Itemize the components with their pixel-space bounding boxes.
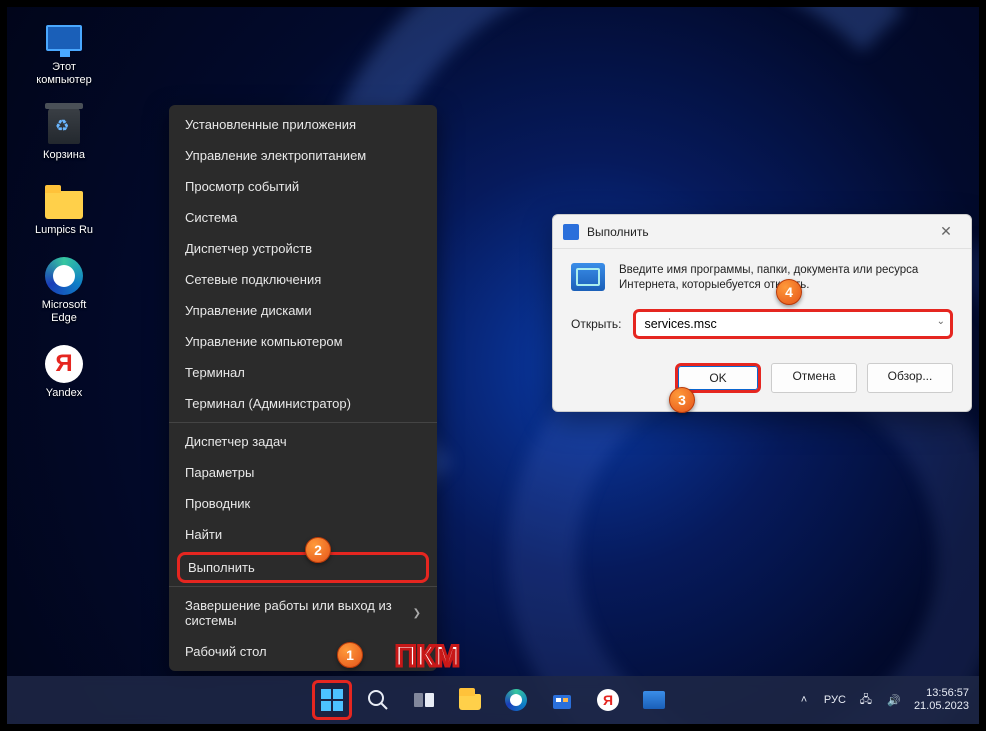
taskview-icon bbox=[412, 688, 436, 712]
store-icon bbox=[550, 688, 574, 712]
cancel-button[interactable]: Отмена bbox=[771, 363, 857, 393]
chevron-right-icon: ❯ bbox=[413, 608, 421, 619]
windows-logo-icon bbox=[321, 689, 343, 711]
menu-item-power[interactable]: Управление электропитанием bbox=[169, 140, 437, 171]
menu-item-events[interactable]: Просмотр событий bbox=[169, 171, 437, 202]
menu-item-apps[interactable]: Установленные приложения bbox=[169, 109, 437, 140]
folder-icon[interactable]: Lumpics Ru bbox=[19, 180, 109, 237]
run-large-icon bbox=[571, 263, 605, 291]
taskbar: .taskbar .edge:after{inset:5px} Я ˄ РУС … bbox=[7, 676, 979, 724]
menu-item-system[interactable]: Система bbox=[169, 202, 437, 233]
volume-icon[interactable]: 🔊 bbox=[886, 694, 902, 707]
icon-label: Lumpics Ru bbox=[35, 224, 93, 237]
annotation-badge-4: 4 bbox=[776, 279, 802, 305]
dialog-title: Выполнить bbox=[587, 225, 931, 239]
menu-item-explorer[interactable]: Проводник bbox=[169, 488, 437, 519]
search-icon bbox=[366, 688, 390, 712]
edge-button[interactable]: .taskbar .edge:after{inset:5px} bbox=[496, 680, 536, 720]
desktop: Этот компьютер Корзина Lumpics Ru Micros… bbox=[7, 7, 979, 724]
icon-label: Корзина bbox=[43, 149, 85, 162]
tray-chevron-icon[interactable]: ˄ bbox=[796, 694, 812, 706]
titlebar: Выполнить ✕ bbox=[553, 215, 971, 249]
icon-label: Этот компьютер bbox=[36, 61, 91, 87]
menu-item-search[interactable]: Найти bbox=[169, 519, 437, 550]
system-tray: ˄ РУС 🖧 🔊 13:56:57 21.05.2023 bbox=[796, 687, 969, 713]
taskview-button[interactable] bbox=[404, 680, 444, 720]
open-label: Открыть: bbox=[571, 317, 621, 331]
icon-label: Yandex bbox=[46, 387, 83, 400]
yandex-icon: Я bbox=[597, 689, 619, 711]
menu-item-devmgr[interactable]: Диспетчер устройств bbox=[169, 233, 437, 264]
edge-icon[interactable]: Microsoft Edge bbox=[19, 255, 109, 325]
explorer-button[interactable] bbox=[450, 680, 490, 720]
search-button[interactable] bbox=[358, 680, 398, 720]
menu-item-taskmgr[interactable]: Диспетчер задач bbox=[169, 426, 437, 457]
menu-item-shutdown[interactable]: Завершение работы или выход из системы❯ bbox=[169, 590, 437, 636]
menu-item-terminal[interactable]: Терминал bbox=[169, 357, 437, 388]
menu-item-settings[interactable]: Параметры bbox=[169, 457, 437, 488]
network-icon[interactable]: 🖧 bbox=[858, 691, 874, 710]
run-icon bbox=[643, 691, 665, 709]
run-input[interactable] bbox=[633, 309, 953, 339]
start-context-menu: Установленные приложения Управление элек… bbox=[169, 105, 437, 671]
annotation-pkm: ПКМ bbox=[395, 640, 460, 674]
recycle-bin-icon[interactable]: Корзина bbox=[19, 105, 109, 162]
browse-button[interactable]: Обзор... bbox=[867, 363, 953, 393]
close-button[interactable]: ✕ bbox=[931, 223, 961, 240]
run-taskbar-button[interactable] bbox=[634, 680, 674, 720]
annotation-badge-1: 1 bbox=[337, 642, 363, 668]
desktop-icons: Этот компьютер Корзина Lumpics Ru Micros… bbox=[19, 17, 109, 418]
menu-item-disks[interactable]: Управление дисками bbox=[169, 295, 437, 326]
language-indicator[interactable]: РУС bbox=[824, 694, 846, 706]
store-button[interactable] bbox=[542, 680, 582, 720]
edge-icon: .taskbar .edge:after{inset:5px} bbox=[505, 689, 527, 711]
yandex-button[interactable]: Я bbox=[588, 680, 628, 720]
menu-item-terminal-admin[interactable]: Терминал (Администратор) bbox=[169, 388, 437, 419]
start-button[interactable] bbox=[312, 680, 352, 720]
menu-item-compmgmt[interactable]: Управление компьютером bbox=[169, 326, 437, 357]
run-icon bbox=[563, 224, 579, 240]
dropdown-icon[interactable]: ⌄ bbox=[937, 316, 945, 327]
annotation-badge-2: 2 bbox=[305, 537, 331, 563]
yandex-icon[interactable]: ЯYandex bbox=[19, 343, 109, 400]
annotation-badge-3: 3 bbox=[669, 387, 695, 413]
menu-item-run[interactable]: Выполнить bbox=[177, 552, 429, 583]
icon-label: Microsoft Edge bbox=[42, 299, 87, 325]
run-dialog: Выполнить ✕ Введите имя программы, папки… bbox=[552, 214, 972, 412]
folder-icon bbox=[459, 694, 481, 710]
this-pc-icon[interactable]: Этот компьютер bbox=[19, 17, 109, 87]
menu-item-network[interactable]: Сетевые подключения bbox=[169, 264, 437, 295]
clock[interactable]: 13:56:57 21.05.2023 bbox=[914, 687, 969, 713]
